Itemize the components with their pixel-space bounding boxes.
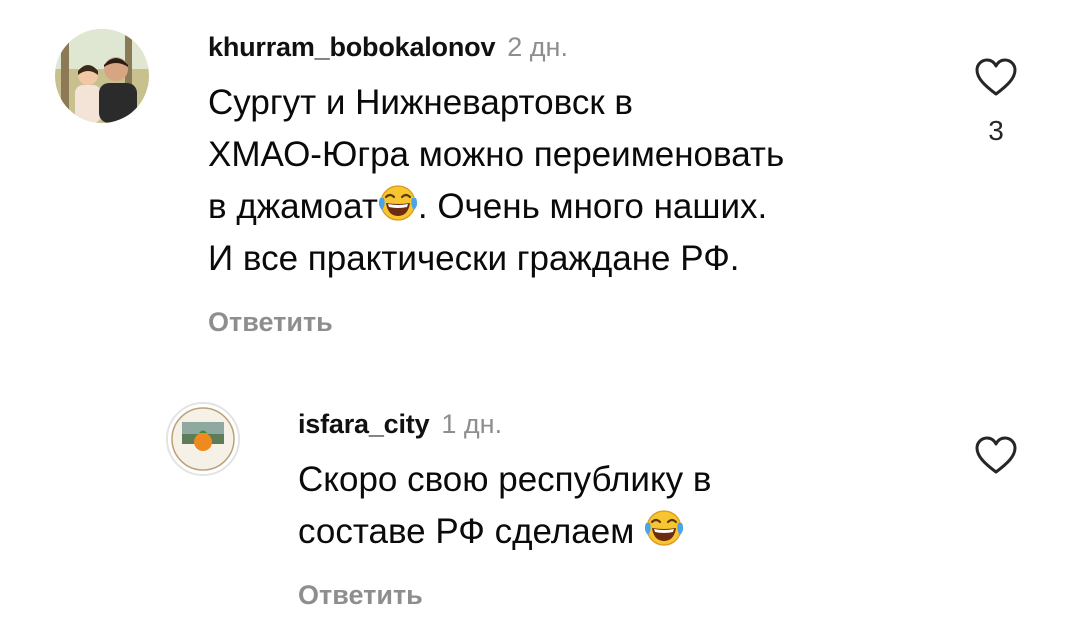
heart-icon (974, 436, 1018, 476)
comment-1: khurram_bobokalonov 2 дн. Сургут и Нижне… (0, 0, 1080, 360)
comment-text-segment: в джамоат (208, 187, 378, 226)
comment-text-segment: . Очень много наших. (417, 187, 768, 226)
username[interactable]: isfara_city (298, 409, 430, 440)
like-count: 3 (988, 115, 1004, 146)
heart-icon (974, 58, 1018, 98)
comment-text: Скоро свою республику в составе РФ сдела… (298, 454, 712, 558)
comment-meta: isfara_city 1 дн. (298, 409, 712, 440)
face-with-tears-of-joy-icon (644, 508, 684, 548)
comment-text: Сургут и Нижневартовск в ХМАО-Югра можно… (208, 77, 784, 285)
avatar[interactable] (55, 29, 149, 123)
like-button[interactable] (974, 436, 1018, 481)
like-button[interactable] (974, 58, 1018, 103)
like-column: 3 (966, 58, 1026, 147)
isfara-city-logo-icon (168, 404, 238, 474)
comment-meta: khurram_bobokalonov 2 дн. (208, 32, 784, 63)
avatar[interactable] (166, 402, 240, 476)
user-photo-icon (55, 29, 149, 123)
comment-line: И все практически граждане РФ. (208, 239, 740, 278)
like-column (966, 436, 1026, 481)
reply-button[interactable]: Ответить (298, 580, 712, 611)
comment-line: в джамоат . Очень много наших. (208, 181, 784, 233)
comment-text-segment: составе РФ сделаем (298, 512, 645, 551)
comment-line: составе РФ сделаем (298, 506, 712, 558)
comment-line: ХМАО-Югра можно переименовать (208, 135, 785, 174)
comment-2: isfara_city 1 дн. Скоро свою республику … (0, 380, 1080, 642)
face-with-tears-of-joy-icon (378, 183, 418, 223)
timestamp: 1 дн. (441, 409, 503, 439)
timestamp: 2 дн. (507, 32, 568, 62)
reply-button[interactable]: Ответить (208, 307, 784, 338)
comment-line: Скоро свою республику в (298, 460, 712, 499)
username[interactable]: khurram_bobokalonov (208, 32, 495, 63)
comment-line: Сургут и Нижневартовск в (208, 83, 633, 122)
